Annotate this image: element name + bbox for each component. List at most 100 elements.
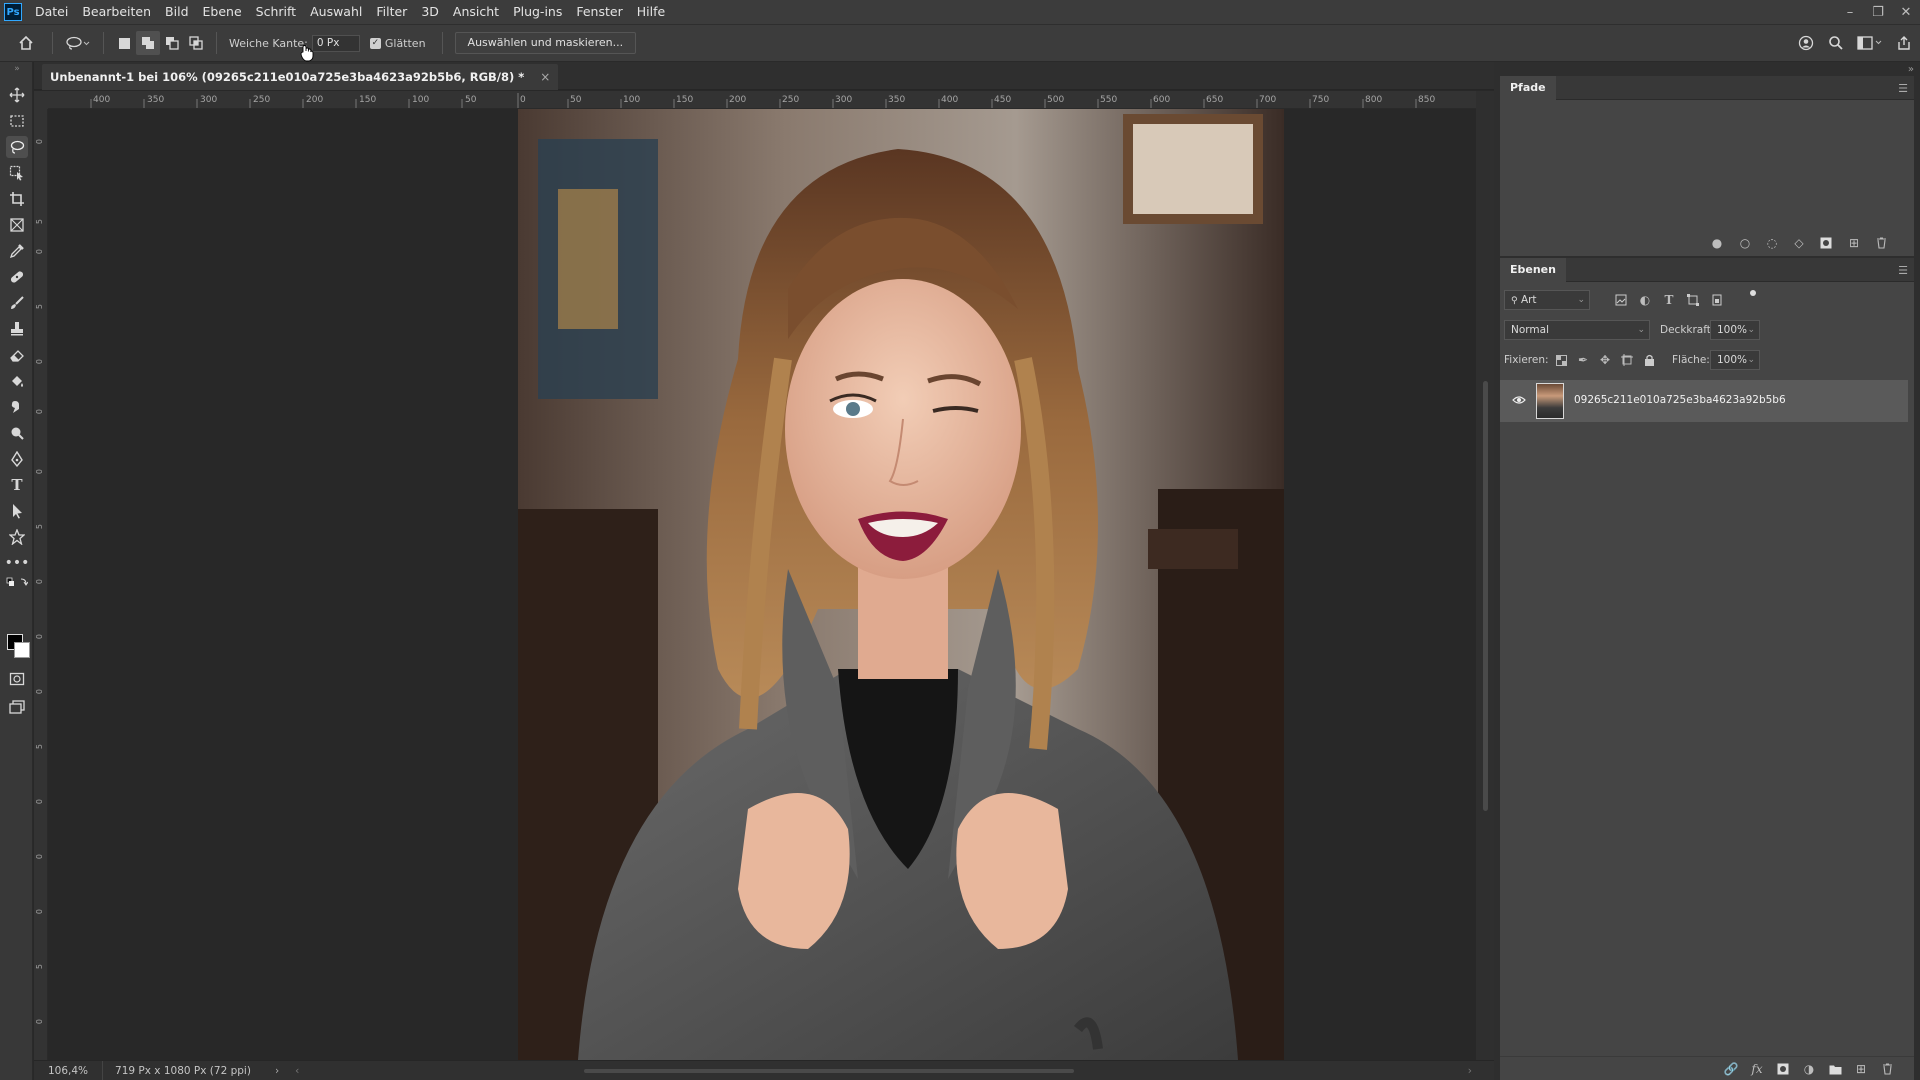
add-layer-mask-icon[interactable] (1774, 1060, 1792, 1078)
load-selection-icon[interactable]: ◌ (1763, 234, 1781, 252)
menu-hilfe[interactable]: Hilfe (630, 0, 672, 24)
move-tool-icon[interactable] (6, 84, 28, 106)
menu-bild[interactable]: Bild (158, 0, 195, 24)
brush-tool-icon[interactable] (6, 292, 28, 314)
more-tools-icon[interactable]: ••• (5, 552, 30, 574)
filter-toggle[interactable] (1750, 290, 1756, 296)
stroke-path-icon[interactable]: ○ (1736, 234, 1754, 252)
paint-bucket-tool-icon[interactable] (6, 370, 28, 392)
menu-datei[interactable]: Datei (28, 0, 75, 24)
export-share-icon[interactable] (1892, 31, 1916, 55)
opacity-input[interactable]: 100% ⌄ (1710, 320, 1760, 340)
workspace-icon[interactable] (1854, 31, 1886, 55)
select-and-mask-button[interactable]: Auswählen und maskieren... (454, 32, 637, 54)
scroll-left-icon[interactable]: ‹ (295, 1065, 299, 1077)
document-tab[interactable]: Unbenannt-1 bei 106% (09265c211e010a725e… (42, 64, 559, 90)
filter-adjustment-icon[interactable]: ◐ (1636, 291, 1654, 309)
delete-path-icon[interactable] (1872, 234, 1890, 252)
background-color-swatch[interactable] (14, 642, 30, 658)
scrollbar-thumb[interactable] (1483, 381, 1488, 811)
zoom-level[interactable]: 106,4% (34, 1060, 104, 1080)
marquee-tool-icon[interactable] (6, 110, 28, 132)
layer-row[interactable]: 09265c211e010a725e3ba4623a92b5b6 (1500, 380, 1908, 422)
fill-path-icon[interactable]: ● (1708, 234, 1726, 252)
menu-ansicht[interactable]: Ansicht (446, 0, 506, 24)
dodge-tool-icon[interactable] (6, 422, 28, 444)
crop-tool-icon[interactable] (6, 188, 28, 210)
shape-tool-icon[interactable] (6, 526, 28, 548)
blend-mode-select[interactable]: Normal ⌄ (1504, 320, 1650, 340)
home-icon[interactable] (14, 31, 38, 55)
lock-all-icon[interactable] (1640, 351, 1658, 369)
tab-layers[interactable]: Ebenen (1500, 258, 1566, 282)
horizontal-scrollbar-thumb[interactable] (584, 1069, 1074, 1073)
close-tab-icon[interactable]: × (540, 64, 550, 90)
intersect-selection-icon[interactable] (184, 31, 208, 55)
path-selection-tool-icon[interactable] (6, 500, 28, 522)
ruler-origin[interactable] (34, 91, 48, 109)
screen-mode-icon[interactable] (6, 696, 28, 718)
healing-brush-tool-icon[interactable] (6, 266, 28, 288)
subtract-selection-icon[interactable] (160, 31, 184, 55)
new-group-icon[interactable] (1826, 1060, 1844, 1078)
add-mask-icon[interactable] (1817, 234, 1835, 252)
layer-name[interactable]: 09265c211e010a725e3ba4623a92b5b6 (1574, 394, 1786, 406)
lasso-preset-icon[interactable] (61, 31, 95, 55)
close-icon[interactable]: ✕ (1892, 0, 1920, 24)
frame-tool-icon[interactable] (6, 214, 28, 236)
lock-position-icon[interactable]: ✥ (1596, 351, 1614, 369)
add-selection-icon[interactable] (136, 31, 160, 55)
visibility-eye-icon[interactable] (1512, 394, 1526, 408)
layer-filter-select[interactable]: ⚲ Art ⌄ (1504, 290, 1590, 310)
scroll-right-icon[interactable]: › (1468, 1065, 1472, 1077)
feather-input[interactable]: 0 Px (311, 34, 360, 52)
minimize-icon[interactable]: – (1836, 0, 1864, 24)
lock-transparency-icon[interactable] (1552, 351, 1570, 369)
make-path-icon[interactable]: ◇ (1790, 234, 1808, 252)
filter-pixel-icon[interactable] (1612, 291, 1630, 309)
menu-filter[interactable]: Filter (369, 0, 414, 24)
chevron-right-icon[interactable]: › (275, 1065, 279, 1077)
document-canvas[interactable] (48, 109, 1476, 1060)
link-layers-icon[interactable]: 🔗 (1722, 1060, 1740, 1078)
menu-plugins[interactable]: Plug-ins (506, 0, 569, 24)
swap-colors-icon[interactable] (6, 576, 28, 590)
horizontal-ruler[interactable]: 400 350 300 250 200 150 100 50 0 50 100 … (48, 91, 1494, 109)
vertical-scrollbar[interactable] (1476, 91, 1494, 1060)
lock-pixels-icon[interactable]: ✒ (1574, 351, 1592, 369)
collapse-chevron-icon[interactable]: » (6, 64, 28, 74)
object-selection-tool-icon[interactable] (6, 162, 28, 184)
restore-icon[interactable]: ❐ (1864, 0, 1892, 24)
lasso-tool-icon[interactable] (6, 136, 28, 158)
filter-smart-object-icon[interactable] (1708, 291, 1726, 309)
clone-stamp-tool-icon[interactable] (6, 318, 28, 340)
quick-mask-icon[interactable] (6, 668, 28, 690)
new-path-icon[interactable]: ⊞ (1845, 234, 1863, 252)
filter-shape-icon[interactable] (1684, 291, 1702, 309)
type-tool-icon[interactable]: T (6, 474, 28, 496)
menu-schrift[interactable]: Schrift (249, 0, 303, 24)
lock-artboard-icon[interactable] (1618, 351, 1636, 369)
eyedropper-tool-icon[interactable] (6, 240, 28, 262)
panel-menu-icon[interactable]: ☰ (1898, 264, 1908, 277)
menu-bearbeiten[interactable]: Bearbeiten (75, 0, 158, 24)
smudge-tool-icon[interactable] (6, 396, 28, 418)
filter-type-icon[interactable]: T (1660, 291, 1678, 309)
new-layer-icon[interactable]: ⊞ (1852, 1060, 1870, 1078)
eraser-tool-icon[interactable] (6, 344, 28, 366)
dock-collapse-icon[interactable]: » (1908, 64, 1914, 75)
search-icon[interactable] (1824, 31, 1848, 55)
panel-menu-icon[interactable]: ☰ (1898, 82, 1908, 95)
menu-ebene[interactable]: Ebene (196, 0, 249, 24)
delete-layer-icon[interactable] (1878, 1060, 1896, 1078)
menu-auswahl[interactable]: Auswahl (303, 0, 369, 24)
menu-3d[interactable]: 3D (414, 0, 446, 24)
adjustment-layer-icon[interactable]: ◑ (1800, 1060, 1818, 1078)
vertical-ruler[interactable]: 0 5 0 5 0 0 0 5 0 0 0 5 0 0 0 5 0 (34, 109, 48, 1060)
fill-input[interactable]: 100% ⌄ (1710, 350, 1760, 370)
tab-paths[interactable]: Pfade (1500, 76, 1556, 100)
new-selection-icon[interactable] (112, 31, 136, 55)
pen-tool-icon[interactable] (6, 448, 28, 470)
menu-fenster[interactable]: Fenster (569, 0, 629, 24)
antialias-checkbox[interactable]: ✓ Glätten (369, 37, 426, 50)
